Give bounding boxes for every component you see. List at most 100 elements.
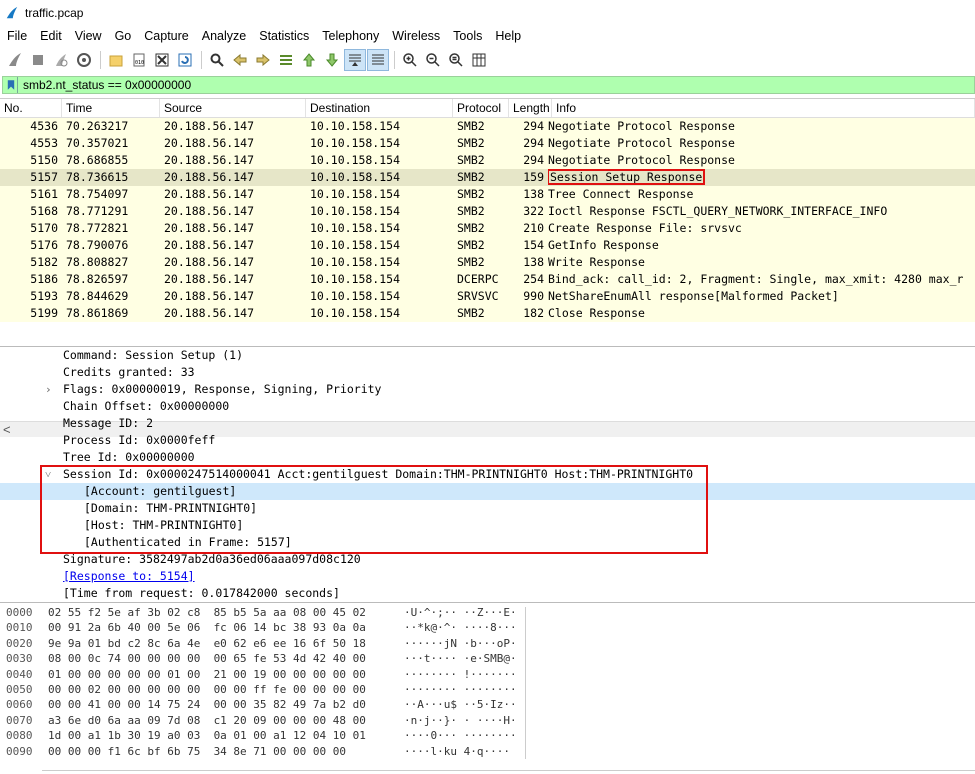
menu-file[interactable]: File [0,29,33,43]
column-header-length[interactable]: Length [509,99,552,117]
bytes-hex[interactable]: 00 91 2a 6b 40 00 5e 06 fc 06 14 bc 38 9… [44,620,404,635]
packet-row[interactable]: 5182 78.808827 20.188.56.147 10.10.158.154 S… [0,254,975,271]
packet-row[interactable]: 5186 78.826597 20.188.56.147 10.10.158.154 D… [0,271,975,288]
filter-bookmark-button[interactable] [4,77,18,93]
bytes-hex[interactable]: 00 00 02 00 00 00 00 00 00 00 ff fe 00 0… [44,682,404,697]
detail-link[interactable]: [Response to: 5154] [63,568,195,585]
column-header-source[interactable]: Source [160,99,306,117]
bytes-off[interactable]: 0080 [0,728,44,743]
packet-row[interactable]: 5176 78.790076 20.188.56.147 10.10.158.154 S… [0,237,975,254]
reload-file-button[interactable] [174,49,196,71]
go-last-button[interactable] [321,49,343,71]
menu-statistics[interactable]: Statistics [252,29,315,43]
packet-row[interactable]: 4536 70.263217 20.188.56.147 10.10.158.154 S… [0,118,975,135]
bytes-off[interactable]: 0010 [0,620,44,635]
menu-edit[interactable]: Edit [33,29,68,43]
packet-cell-no: 5150 [30,153,58,167]
open-file-button[interactable] [105,49,127,71]
capture-options-button[interactable] [73,49,95,71]
column-header-protocol[interactable]: Protocol [453,99,509,117]
stop-capture-button[interactable] [27,49,49,71]
packet-row[interactable]: 5161 78.754097 20.188.56.147 10.10.158.154 S… [0,186,975,203]
detail-line[interactable]: Message ID: 2 [0,415,975,432]
packet-row[interactable]: 4553 70.357021 20.188.56.147 10.10.158.154 S… [0,135,975,152]
bytes-off[interactable]: 0060 [0,697,44,712]
start-capture-button[interactable] [4,49,26,71]
close-file-button[interactable] [151,49,173,71]
bytes-hex[interactable]: 01 00 00 00 00 00 01 00 21 00 19 00 00 0… [44,667,404,682]
save-file-button[interactable]: 010 [128,49,150,71]
bytes-ascii[interactable]: ····0··· ········ [404,728,524,743]
column-header-destination[interactable]: Destination [306,99,453,117]
bytes-off[interactable]: 0050 [0,682,44,697]
packet-row[interactable]: 5157 78.736615 20.188.56.147 10.10.158.154 S… [0,169,975,186]
bytes-off[interactable]: 0040 [0,667,44,682]
bytes-hex[interactable]: 00 00 00 f1 6c bf 6b 75 34 8e 71 00 00 0… [44,744,404,759]
menu-capture[interactable]: Capture [137,29,194,43]
detail-line[interactable]: Tree Id: 0x00000000 [0,449,975,466]
column-header-info[interactable]: Info [552,99,975,117]
menu-analyze[interactable]: Analyze [195,29,252,43]
bytes-ascii[interactable]: ·U·^·;·· ··Z···E· [404,605,524,620]
packet-row[interactable]: 5193 78.844629 20.188.56.147 10.10.158.154 S… [0,288,975,305]
detail-line[interactable]: Command: Session Setup (1) [0,347,975,364]
bytes-ascii[interactable]: ····l·ku 4·q···· [404,744,524,759]
find-packet-button[interactable] [206,49,228,71]
bytes-off[interactable]: 0070 [0,713,44,728]
column-header-no[interactable]: No. [0,99,62,117]
normal-size-button[interactable] [445,49,467,71]
bytes-ascii[interactable]: ········ ········ [404,682,524,697]
packet-bytes: 0000 02 55 f2 5e af 3b 02 c8 85 b5 5a aa … [0,602,975,774]
detail-line[interactable]: › Flags: 0x00000019, Response, Signing, P… [0,381,975,398]
bytes-ascii[interactable]: ·n·j··}· · ····H· [404,713,524,728]
menu-view[interactable]: View [68,29,108,43]
bytes-ascii[interactable]: ···t···· ·e·SMB@· [404,651,524,666]
info-text: Tree Connect Response [548,187,694,201]
detail-line[interactable]: Credits granted: 33 [0,364,975,381]
display-filter-input[interactable] [23,78,723,92]
bytes-ascii[interactable]: ··A···u$ ··5·Iz·· [404,697,524,712]
bytes-ascii[interactable]: ······jN ·b···oP· [404,636,524,651]
menu-wireless[interactable]: Wireless [385,29,446,43]
bytes-off[interactable]: 0000 [0,605,44,620]
bytes-hex[interactable]: 1d 00 a1 1b 30 19 a0 03 0a 01 00 a1 12 0… [44,728,404,743]
bytes-hex[interactable]: 00 00 41 00 00 14 75 24 00 00 35 82 49 7… [44,697,404,712]
info-text: NetShareEnumAll response[Malformed Packe… [548,289,839,303]
bytes-hex[interactable]: 08 00 0c 74 00 00 00 00 00 65 fe 53 4d 4… [44,651,404,666]
go-to-packet-button[interactable] [275,49,297,71]
column-header-time[interactable]: Time [62,99,160,117]
bytes-hex[interactable]: 02 55 f2 5e af 3b 02 c8 85 b5 5a aa 08 0… [44,605,404,620]
info-text: Negotiate Protocol Response [548,153,735,167]
detail-line[interactable]: [Response to: 5154] [0,568,975,585]
packet-cell-proto: SRVSVC [457,289,499,303]
menu-telephony[interactable]: Telephony [315,29,385,43]
detail-line[interactable]: Process Id: 0x0000feff [0,432,975,449]
bytes-ascii[interactable]: ··*k@·^· ····8··· [404,620,524,635]
menu-help[interactable]: Help [488,29,527,43]
zoom-out-button[interactable] [422,49,444,71]
detail-line[interactable]: [Time from request: 0.017842000 seconds] [0,585,975,600]
resize-columns-icon [472,53,486,66]
bytes-off[interactable]: 0030 [0,651,44,666]
detail-line[interactable]: Chain Offset: 0x00000000 [0,398,975,415]
bytes-off[interactable]: 0020 [0,636,44,651]
colorize-button[interactable] [367,48,389,71]
go-forward-button[interactable] [252,49,274,71]
packet-row[interactable]: 5199 78.861869 20.188.56.147 10.10.158.154 S… [0,305,975,322]
restart-capture-button[interactable] [50,49,72,71]
bytes-hex[interactable]: 9e 9a 01 bd c2 8c 6a 4e e0 62 e6 ee 16 6… [44,636,404,651]
bytes-hex[interactable]: a3 6e d0 6a aa 09 7d 08 c1 20 09 00 00 0… [44,713,404,728]
zoom-in-button[interactable] [399,49,421,71]
menu-go[interactable]: Go [108,29,138,43]
menu-tools[interactable]: Tools [446,29,488,43]
packet-row[interactable]: 5170 78.772821 20.188.56.147 10.10.158.154 S… [0,220,975,237]
resize-columns-button[interactable] [468,49,490,71]
bytes-ascii[interactable]: ········ !······· [404,667,524,682]
bytes-off[interactable]: 0090 [0,744,44,759]
packet-row[interactable]: 5150 78.686855 20.188.56.147 10.10.158.154 S… [0,152,975,169]
packet-row[interactable]: 5168 78.771291 20.188.56.147 10.10.158.154 S… [0,203,975,220]
autoscroll-button[interactable] [344,48,366,71]
go-first-button[interactable] [298,49,320,71]
go-back-button[interactable] [229,49,251,71]
collapsed-arrow-icon[interactable]: › [45,381,52,398]
